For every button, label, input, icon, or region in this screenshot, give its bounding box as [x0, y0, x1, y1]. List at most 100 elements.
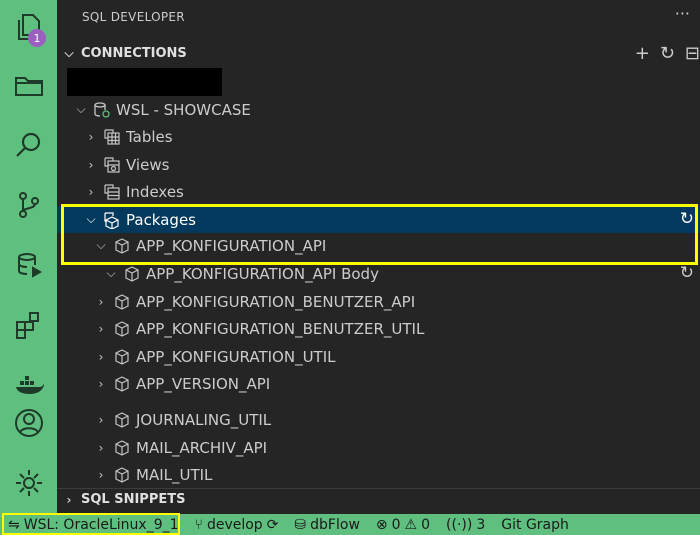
tree-item-indexes[interactable]: › Indexes	[57, 178, 700, 205]
tree-item-package[interactable]: › APP_KONFIGURATION_BENUTZER_API	[57, 288, 700, 315]
tree-item-package[interactable]: › APP_KONFIGURATION_BENUTZER_UTIL	[57, 315, 700, 342]
tree-item-tables[interactable]: › Tables	[57, 123, 700, 150]
view-icon	[101, 155, 123, 175]
chevron-right-icon: ›	[98, 376, 104, 391]
source-control-icon[interactable]	[0, 180, 57, 230]
remote-indicator[interactable]: ⇋ WSL: OracleLinux_9_1	[0, 514, 187, 535]
more-actions-icon[interactable]: ···	[675, 4, 690, 23]
tree-item-package[interactable]: ⌵ APP_KONFIGURATION_API	[57, 232, 700, 259]
refresh-icon[interactable]: ↻	[660, 43, 675, 64]
chevron-right-icon: ›	[98, 349, 104, 364]
tree-item-label: Indexes	[126, 182, 184, 201]
branch-icon: ⑂	[194, 516, 203, 533]
tree-item-views[interactable]: › Views	[57, 151, 700, 178]
package-icon	[111, 319, 133, 339]
folder-icon[interactable]	[0, 60, 57, 110]
extensions-icon[interactable]	[0, 300, 57, 350]
tree-connection[interactable]: ⌵ WSL - SHOWCASE	[57, 96, 700, 123]
redacted-area	[67, 68, 222, 96]
tree-item-packages[interactable]: ⌵ Packages ↻	[57, 206, 700, 233]
database-connection-icon	[91, 100, 113, 120]
dbflow-label: dbFlow	[310, 516, 360, 533]
chevron-right-icon: ›	[98, 294, 104, 309]
warning-count: 0	[421, 516, 431, 533]
chevron-right-icon: ›	[98, 440, 104, 455]
package-icon	[111, 410, 133, 430]
sql-developer-icon[interactable]	[0, 240, 57, 290]
warning-icon: ⚠	[404, 516, 418, 533]
collapse-all-icon[interactable]: ⊟	[685, 43, 700, 64]
tree-item-label: APP_KONFIGURATION_BENUTZER_UTIL	[136, 319, 425, 338]
tree-item-package[interactable]: › APP_VERSION_API	[57, 370, 700, 397]
package-icon	[111, 292, 133, 312]
chevron-right-icon: ›	[88, 129, 94, 144]
remote-label: WSL: OracleLinux_9_1	[23, 516, 179, 533]
tree-item-package[interactable]: › MAIL_ARCHIV_API	[57, 434, 700, 461]
connections-title: CONNECTIONS	[81, 45, 187, 61]
sync-icon[interactable]: ⟳	[267, 517, 279, 533]
package-icon	[111, 438, 133, 458]
tree-connection-label: WSL - SHOWCASE	[116, 100, 251, 119]
error-icon: ⊗	[375, 516, 388, 533]
chevron-down-icon: ⌵	[86, 212, 96, 226]
tree-item-label: MAIL_UTIL	[136, 465, 213, 484]
status-bar: ⇋ WSL: OracleLinux_9_1 ⑂ develop ⟳ ⛁ dbF…	[0, 514, 700, 535]
git-branch[interactable]: ⑂ develop ⟳	[187, 514, 287, 535]
accounts-icon[interactable]	[0, 398, 57, 448]
chevron-right-icon: ›	[88, 157, 94, 172]
chevron-right-icon: ›	[98, 467, 104, 482]
sql-snippets-section-header[interactable]: › SQL SNIPPETS	[57, 488, 700, 510]
tree-item-package-body[interactable]: ⌵ APP_KONFIGURATION_API Body ↻	[57, 260, 700, 287]
sql-developer-sidebar: SQL DEVELOPER ··· ⌵ CONNECTIONS + ↻ ⊟ ⌵ …	[57, 0, 700, 514]
chevron-down-icon: ⌵	[64, 45, 74, 60]
git-graph-label: Git Graph	[501, 516, 569, 533]
remote-icon: ⇋	[8, 516, 20, 533]
chevron-down-icon: ⌵	[76, 102, 86, 116]
add-connection-icon[interactable]: +	[635, 43, 650, 64]
search-icon[interactable]	[0, 120, 57, 170]
database-icon: ⛁	[294, 516, 307, 533]
section-actions: + ↻ ⊟	[635, 42, 700, 64]
dbflow-item[interactable]: ⛁ dbFlow	[286, 514, 367, 535]
settings-gear-icon[interactable]	[0, 458, 57, 508]
packages-icon	[101, 210, 123, 230]
tree-item-package[interactable]: › JOURNALING_UTIL	[57, 406, 700, 433]
ports-item[interactable]: ((·)) 3	[438, 514, 493, 535]
explorer-badge: 1	[28, 29, 46, 47]
package-icon	[111, 236, 133, 256]
broadcast-icon: ((·))	[446, 516, 473, 533]
tree-item-label: APP_KONFIGURATION_API	[136, 236, 327, 255]
activity-bar: 1	[0, 0, 57, 514]
ports-count: 3	[476, 516, 486, 533]
tree-item-label: Views	[126, 155, 170, 174]
chevron-right-icon: ›	[98, 321, 104, 336]
table-icon	[101, 127, 123, 147]
chevron-right-icon: ›	[88, 184, 94, 199]
chevron-down-icon: ⌵	[96, 238, 106, 252]
error-count: 0	[391, 516, 401, 533]
tree-item-package[interactable]: › APP_KONFIGURATION_UTIL	[57, 343, 700, 370]
branch-label: develop	[206, 516, 263, 533]
tree-item-label: Tables	[126, 127, 173, 146]
tree-item-label: APP_KONFIGURATION_BENUTZER_API	[136, 292, 416, 311]
chevron-down-icon: ⌵	[106, 266, 116, 280]
git-graph-item[interactable]: Git Graph	[493, 514, 577, 535]
sidebar-title: SQL DEVELOPER	[82, 10, 185, 24]
chevron-right-icon: ›	[98, 412, 104, 427]
tree-item-label: Packages	[126, 210, 196, 229]
connections-section-header[interactable]: ⌵ CONNECTIONS + ↻ ⊟	[57, 42, 700, 64]
explorer-icon[interactable]: 1	[0, 2, 57, 52]
sql-snippets-title: SQL SNIPPETS	[81, 492, 186, 507]
refresh-icon[interactable]: ↻	[680, 263, 694, 283]
package-body-icon	[121, 264, 143, 284]
refresh-icon[interactable]: ↻	[680, 209, 694, 229]
tree-item-label: APP_VERSION_API	[136, 374, 271, 393]
package-icon	[111, 465, 133, 485]
package-icon	[111, 374, 133, 394]
tree-item-label: APP_KONFIGURATION_UTIL	[136, 347, 336, 366]
problems-item[interactable]: ⊗ 0 ⚠ 0	[368, 514, 438, 535]
tree-item-label: MAIL_ARCHIV_API	[136, 438, 268, 457]
tree-item-package[interactable]: › MAIL_UTIL	[57, 461, 700, 488]
package-icon	[111, 347, 133, 367]
chevron-right-icon: ›	[66, 492, 72, 507]
